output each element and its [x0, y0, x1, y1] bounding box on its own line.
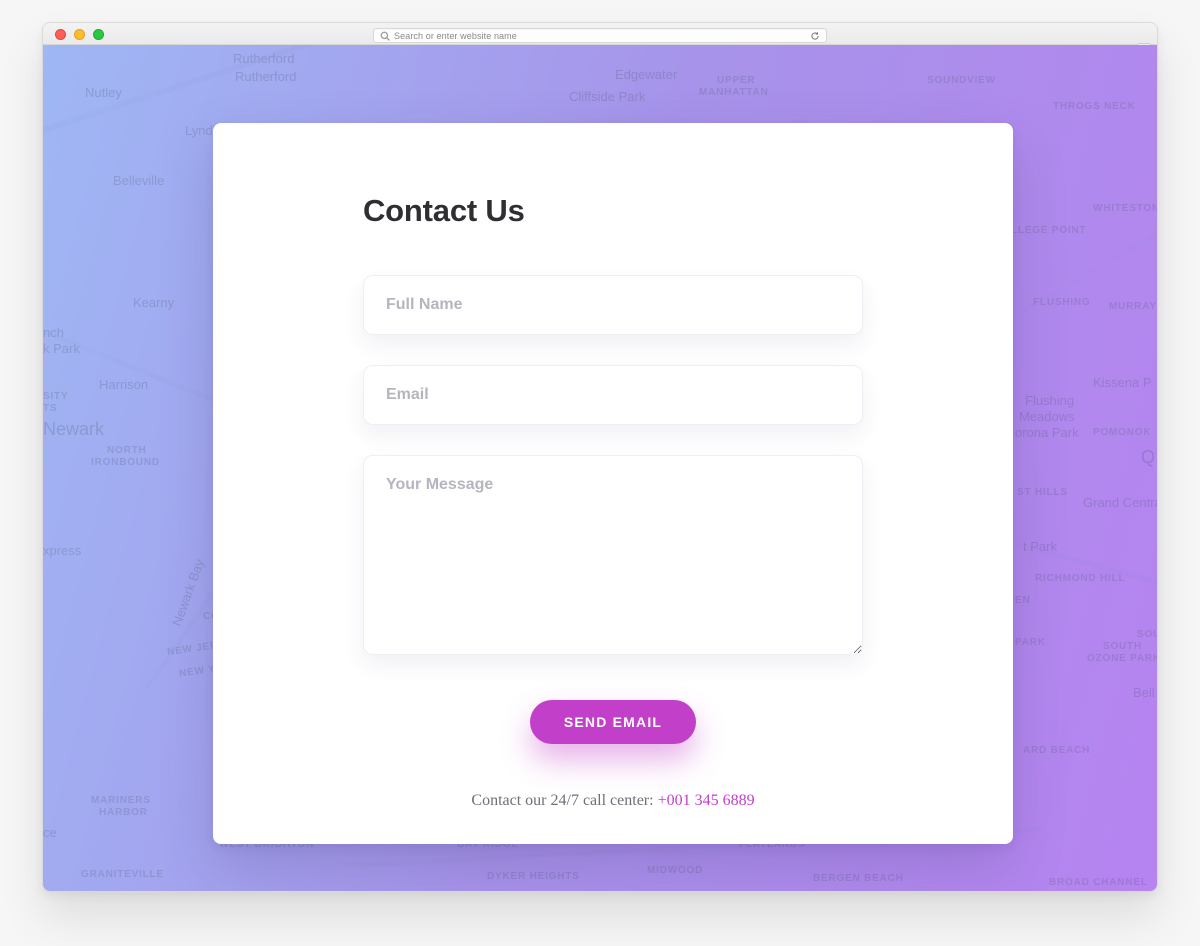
map-label: FLUSHING — [1033, 297, 1091, 308]
reload-icon[interactable] — [810, 31, 820, 41]
map-label: Belleville — [113, 173, 164, 188]
map-label: Kissena P — [1093, 375, 1152, 390]
map-label: EN — [1015, 595, 1031, 606]
map-label: xpress — [43, 543, 81, 558]
map-label: ce — [43, 825, 57, 840]
map-label: Flushing — [1025, 393, 1074, 408]
map-label: UPPER — [717, 75, 755, 86]
footer-contact-line: Contact our 24/7 call center: +001 345 6… — [363, 792, 863, 810]
map-label: Kearny — [133, 295, 174, 310]
map-label: Meadows — [1019, 409, 1075, 424]
map-label: WHITESTON — [1093, 203, 1157, 214]
close-window-button[interactable] — [55, 29, 66, 40]
map-label: orona Park — [1015, 425, 1079, 440]
fullname-input[interactable] — [363, 275, 863, 335]
map-label: MIDWOOD — [647, 865, 703, 876]
map-label: OZONE PARK — [1087, 653, 1157, 664]
map-label: Grand Central Pk — [1083, 495, 1157, 510]
map-label: BROAD CHANNEL — [1049, 877, 1148, 888]
map-label: SITY — [43, 391, 68, 402]
map-label: TS — [43, 403, 57, 414]
map-label: SOUTH — [1103, 641, 1142, 652]
zoom-window-button[interactable] — [93, 29, 104, 40]
map-label: MURRAY — [1109, 301, 1157, 312]
form-heading: Contact Us — [363, 193, 863, 229]
map-label: Newark Bay — [169, 557, 207, 628]
map-label: Bell P — [1133, 685, 1157, 700]
map-label: ST HILLS — [1017, 487, 1068, 498]
map-label: Harrison — [99, 377, 148, 392]
footer-phone-link[interactable]: +001 345 6889 — [658, 792, 755, 809]
map-label: HARBOR — [99, 807, 148, 818]
map-label: THROGS NECK — [1053, 101, 1136, 112]
url-bar[interactable]: Search or enter website name — [373, 28, 827, 43]
map-label: NORTH — [107, 445, 147, 456]
footer-prefix: Contact our 24/7 call center: — [471, 792, 657, 809]
contact-card: Contact Us SEND EMAIL Contact our 24/7 c… — [213, 123, 1013, 844]
map-label: t Park — [1023, 539, 1057, 554]
map-label: LLEGE POINT — [1011, 225, 1086, 236]
map-label: RICHMOND HILL — [1035, 573, 1125, 584]
window-controls — [55, 29, 104, 40]
map-label: Edgewater — [615, 67, 677, 82]
minimize-window-button[interactable] — [74, 29, 85, 40]
map-label: MARINERS — [91, 795, 151, 806]
map-label: MANHATTAN — [699, 87, 769, 98]
search-icon — [380, 31, 390, 41]
map-label: ARD BEACH — [1023, 745, 1090, 756]
email-input[interactable] — [363, 365, 863, 425]
message-textarea[interactable] — [363, 455, 863, 655]
page-viewport: NutleyRutherfordRutherfordLyndhBellevill… — [43, 45, 1157, 891]
map-label: POMONOK — [1093, 427, 1151, 438]
map-label: k Park — [43, 341, 80, 356]
map-label: Rutherford — [233, 51, 294, 66]
map-label: IRONBOUND — [91, 457, 160, 468]
map-label: Newark — [43, 419, 104, 440]
map-label: PARK — [1015, 637, 1046, 648]
map-label: Cliffside Park — [569, 89, 645, 104]
map-label: SOU — [1137, 629, 1157, 640]
map-label: SOUNDVIEW — [927, 75, 996, 86]
map-label: BERGEN BEACH — [813, 873, 904, 884]
map-label: DYKER HEIGHTS — [487, 871, 580, 882]
browser-window: Search or enter website name + Nutley Rut… — [42, 22, 1158, 892]
map-label: Nutley — [85, 85, 122, 100]
map-label: GRANITEVILLE — [81, 869, 164, 880]
title-bar: Search or enter website name + — [43, 23, 1157, 45]
map-label: nch — [43, 325, 64, 340]
send-email-button[interactable]: SEND EMAIL — [530, 700, 696, 744]
map-label: Rutherford — [235, 69, 296, 84]
url-placeholder: Search or enter website name — [394, 31, 810, 41]
map-label: Q — [1141, 447, 1155, 468]
